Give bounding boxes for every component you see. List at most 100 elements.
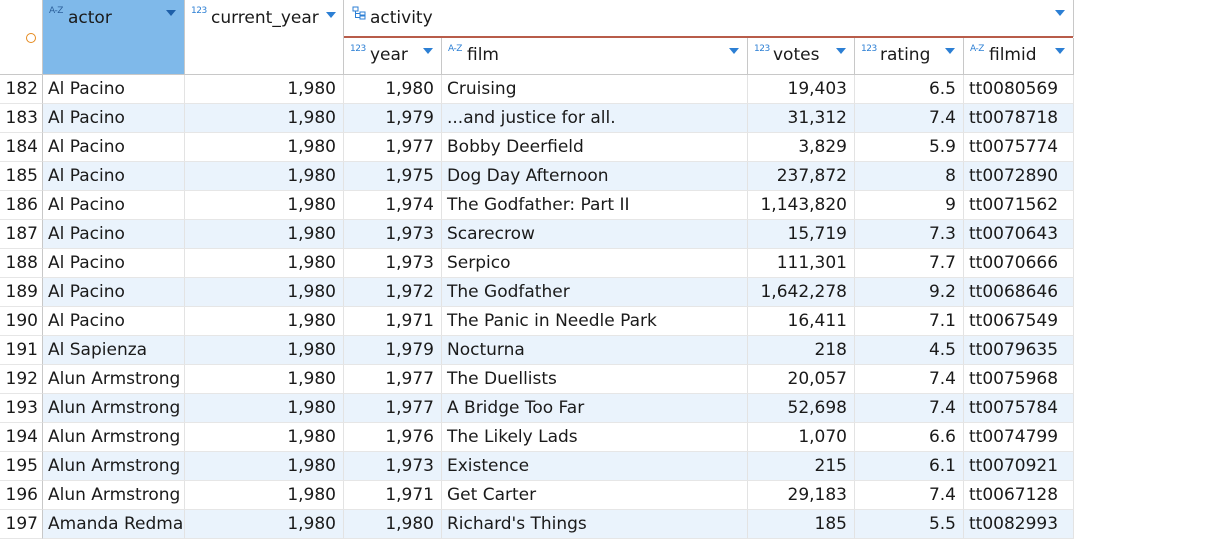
cell-film[interactable]: The Likely Lads [442,423,748,452]
dropdown-arrow-icon[interactable] [166,10,176,16]
cell-year[interactable]: 1,973 [344,220,442,249]
row-number[interactable]: 190 [0,307,43,336]
table-row[interactable]: 192 Alun Armstrong 1,980 1,977 The Duellists… [0,365,1074,394]
table-row[interactable]: 194 Alun Armstrong 1,980 1,976 The Likely La… [0,423,1074,452]
cell-year[interactable]: 1,973 [344,452,442,481]
row-number[interactable]: 196 [0,481,43,510]
dropdown-arrow-icon[interactable] [326,12,336,18]
cell-filmid[interactable]: tt0072890 [964,162,1074,191]
column-header-film[interactable]: A-Z film [442,38,748,75]
cell-rating[interactable]: 7.4 [855,104,964,133]
cell-actor[interactable]: Al Pacino [43,104,185,133]
cell-votes[interactable]: 19,403 [748,75,855,104]
cell-current-year[interactable]: 1,980 [185,75,344,104]
cell-film[interactable]: The Godfather: Part II [442,191,748,220]
cell-current-year[interactable]: 1,980 [185,133,344,162]
column-header-votes[interactable]: 123 votes [748,38,855,75]
table-row[interactable]: 189 Al Pacino 1,980 1,972 The Godfather 1,642… [0,278,1074,307]
cell-votes[interactable]: 1,642,278 [748,278,855,307]
cell-filmid[interactable]: tt0067549 [964,307,1074,336]
cell-filmid[interactable]: tt0079635 [964,336,1074,365]
cell-year[interactable]: 1,971 [344,307,442,336]
cell-filmid[interactable]: tt0067128 [964,481,1074,510]
cell-actor[interactable]: Al Pacino [43,133,185,162]
cell-filmid[interactable]: tt0068646 [964,278,1074,307]
cell-votes[interactable]: 1,143,820 [748,191,855,220]
cell-votes[interactable]: 52,698 [748,394,855,423]
cell-film[interactable]: Serpico [442,249,748,278]
cell-current-year[interactable]: 1,980 [185,162,344,191]
cell-film[interactable]: Bobby Deerfield [442,133,748,162]
cell-year[interactable]: 1,972 [344,278,442,307]
cell-filmid[interactable]: tt0070666 [964,249,1074,278]
table-row[interactable]: 187 Al Pacino 1,980 1,973 Scarecrow 15,719 7.3… [0,220,1074,249]
cell-actor[interactable]: Alun Armstrong [43,394,185,423]
cell-film[interactable]: Scarecrow [442,220,748,249]
row-number[interactable]: 183 [0,104,43,133]
cell-rating[interactable]: 7.4 [855,481,964,510]
cell-film[interactable]: The Duellists [442,365,748,394]
cell-rating[interactable]: 7.3 [855,220,964,249]
cell-rating[interactable]: 6.5 [855,75,964,104]
cell-filmid[interactable]: tt0082993 [964,510,1074,539]
cell-film[interactable]: ...and justice for all. [442,104,748,133]
cell-votes[interactable]: 237,872 [748,162,855,191]
cell-current-year[interactable]: 1,980 [185,336,344,365]
cell-filmid[interactable]: tt0078718 [964,104,1074,133]
cell-rating[interactable]: 6.1 [855,452,964,481]
row-number[interactable]: 193 [0,394,43,423]
cell-film[interactable]: Nocturna [442,336,748,365]
cell-votes[interactable]: 29,183 [748,481,855,510]
cell-votes[interactable]: 31,312 [748,104,855,133]
row-number[interactable]: 185 [0,162,43,191]
cell-actor[interactable]: Al Pacino [43,220,185,249]
cell-year[interactable]: 1,971 [344,481,442,510]
cell-year[interactable]: 1,973 [344,249,442,278]
cell-current-year[interactable]: 1,980 [185,278,344,307]
cell-actor[interactable]: Al Sapienza [43,336,185,365]
table-row[interactable]: 195 Alun Armstrong 1,980 1,973 Existence 215 6… [0,452,1074,481]
cell-year[interactable]: 1,979 [344,336,442,365]
cell-year[interactable]: 1,979 [344,104,442,133]
cell-film[interactable]: Existence [442,452,748,481]
cell-rating[interactable]: 7.7 [855,249,964,278]
dropdown-arrow-icon[interactable] [836,48,846,54]
cell-votes[interactable]: 215 [748,452,855,481]
column-header-actor[interactable]: A-Z actor [43,0,185,75]
cell-filmid[interactable]: tt0071562 [964,191,1074,220]
table-row[interactable]: 183 Al Pacino 1,980 1,979 ...and justice for… [0,104,1074,133]
row-number[interactable]: 191 [0,336,43,365]
cell-votes[interactable]: 1,070 [748,423,855,452]
row-number[interactable]: 184 [0,133,43,162]
cell-current-year[interactable]: 1,980 [185,307,344,336]
cell-filmid[interactable]: tt0070643 [964,220,1074,249]
column-header-rating[interactable]: 123 rating [855,38,964,75]
cell-rating[interactable]: 7.4 [855,394,964,423]
table-row[interactable]: 197 Amanda Redman 1,980 1,980 Richard's Thin… [0,510,1074,539]
cell-actor[interactable]: Al Pacino [43,191,185,220]
row-number[interactable]: 187 [0,220,43,249]
dropdown-arrow-icon[interactable] [1055,10,1065,16]
cell-rating[interactable]: 4.5 [855,336,964,365]
table-row[interactable]: 186 Al Pacino 1,980 1,974 The Godfather: Par… [0,191,1074,220]
cell-votes[interactable]: 20,057 [748,365,855,394]
column-header-current-year[interactable]: 123 current_year [185,0,344,75]
cell-rating[interactable]: 6.6 [855,423,964,452]
cell-current-year[interactable]: 1,980 [185,452,344,481]
table-row[interactable]: 182 Al Pacino 1,980 1,980 Cruising 19,403 6.5 t… [0,75,1074,104]
cell-current-year[interactable]: 1,980 [185,220,344,249]
cell-actor[interactable]: Al Pacino [43,249,185,278]
cell-current-year[interactable]: 1,980 [185,365,344,394]
cell-current-year[interactable]: 1,980 [185,394,344,423]
table-row[interactable]: 188 Al Pacino 1,980 1,973 Serpico 111,301 7.7 t… [0,249,1074,278]
cell-film[interactable]: Richard's Things [442,510,748,539]
cell-actor[interactable]: Alun Armstrong [43,423,185,452]
table-row[interactable]: 193 Alun Armstrong 1,980 1,977 A Bridge Too … [0,394,1074,423]
cell-filmid[interactable]: tt0070921 [964,452,1074,481]
cell-film[interactable]: Get Carter [442,481,748,510]
cell-actor[interactable]: Al Pacino [43,278,185,307]
row-number[interactable]: 188 [0,249,43,278]
cell-year[interactable]: 1,980 [344,75,442,104]
table-row[interactable]: 184 Al Pacino 1,980 1,977 Bobby Deerfield 3,8… [0,133,1074,162]
cell-year[interactable]: 1,977 [344,394,442,423]
